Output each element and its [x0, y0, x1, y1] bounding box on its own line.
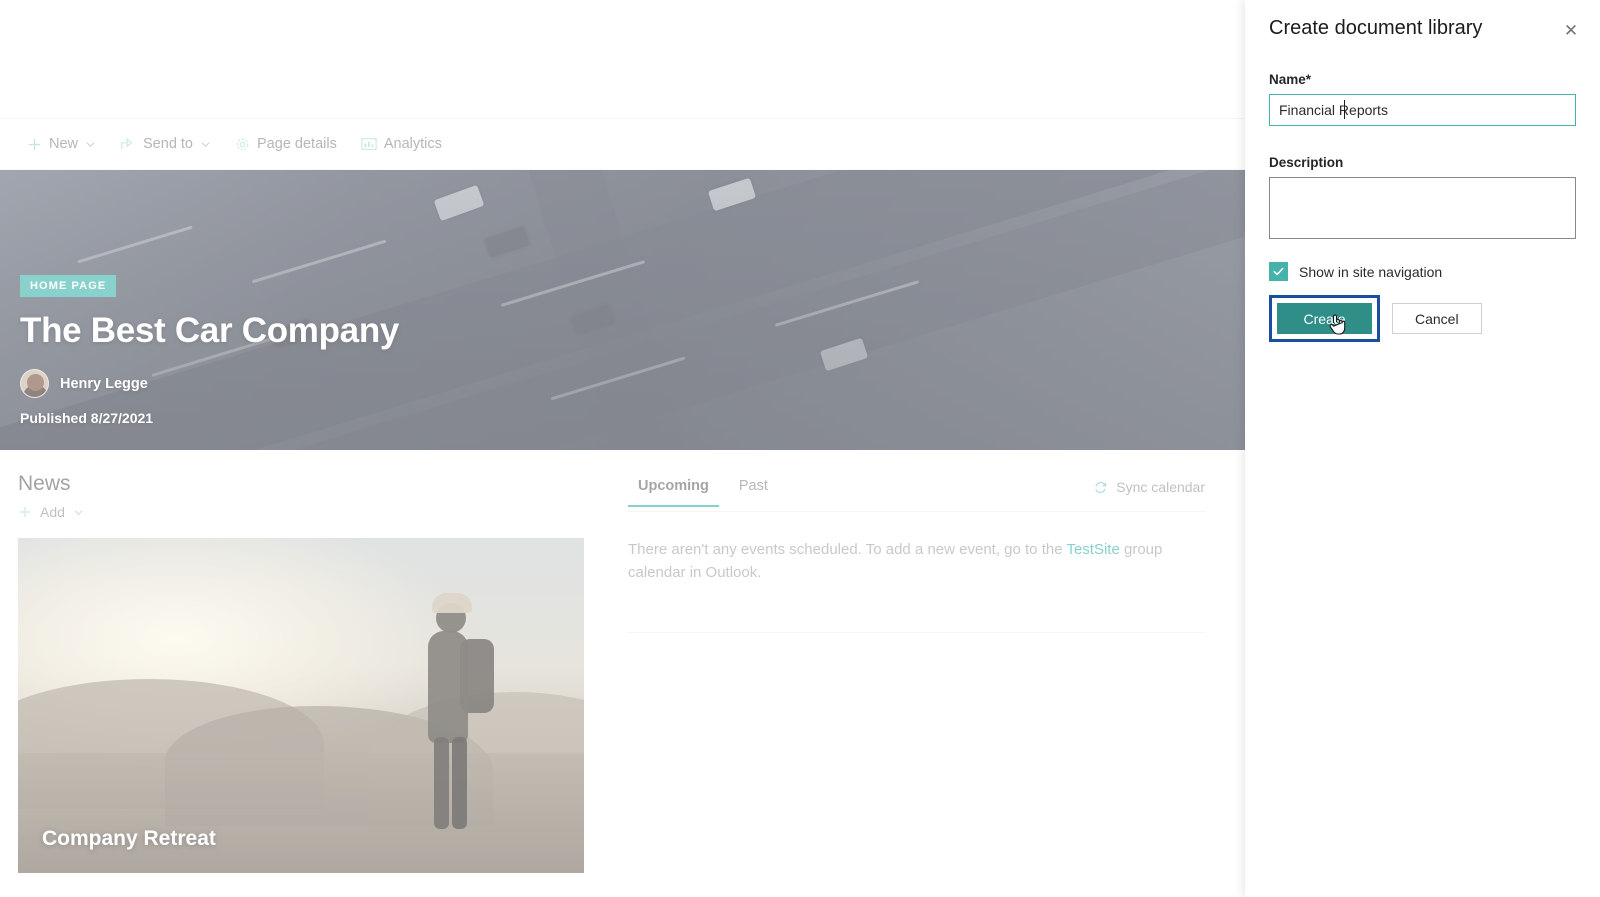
description-field-label: Description	[1269, 155, 1344, 170]
events-tabs: Upcoming Past	[628, 472, 778, 507]
show-in-site-navigation-row[interactable]: Show in site navigation	[1269, 262, 1576, 281]
chevron-down-icon	[74, 509, 83, 515]
events-divider	[628, 511, 1205, 512]
name-input[interactable]	[1269, 94, 1576, 126]
text-caret	[1344, 100, 1345, 119]
command-analytics[interactable]: Analytics	[352, 130, 451, 158]
page-top-spacer	[0, 0, 1245, 118]
plus-icon	[27, 137, 42, 152]
panel-title: Create document library	[1269, 17, 1483, 39]
create-button-highlight: Create	[1269, 295, 1380, 342]
sync-calendar-button[interactable]: Sync calendar	[1093, 479, 1205, 500]
create-document-library-panel: Create document library ✕ Name* Descript…	[1245, 0, 1600, 897]
gear-icon	[235, 137, 250, 152]
command-bar: New Send to Page details Analytics	[0, 119, 1245, 170]
plus-icon	[19, 506, 31, 518]
page-title: The Best Car Company	[20, 311, 400, 350]
panel-actions: Create Cancel	[1269, 295, 1576, 342]
hero-badge: HOME PAGE	[20, 275, 117, 297]
events-header: Upcoming Past Sync calendar	[628, 472, 1205, 507]
published-date: Published 8/27/2021	[20, 410, 154, 426]
command-page-details-label: Page details	[257, 136, 337, 152]
avatar	[20, 369, 49, 398]
news-add-label: Add	[40, 504, 65, 520]
sync-calendar-label: Sync calendar	[1116, 479, 1205, 495]
author-name: Henry Legge	[60, 375, 148, 392]
command-page-details[interactable]: Page details	[226, 130, 346, 158]
news-webpart: News Add Company Retreat	[0, 472, 600, 873]
events-bottom-divider	[628, 631, 1205, 633]
command-send-to-label: Send to	[143, 136, 194, 152]
events-empty-message: There aren't any events scheduled. To ad…	[628, 538, 1188, 585]
tab-past[interactable]: Past	[729, 472, 778, 507]
chevron-down-icon	[86, 141, 95, 147]
name-required-mark: *	[1305, 72, 1312, 87]
sync-icon	[1095, 481, 1107, 493]
close-icon[interactable]: ✕	[1558, 17, 1584, 43]
news-card[interactable]: Company Retreat	[18, 538, 584, 873]
show-in-nav-checkbox[interactable]	[1269, 262, 1288, 281]
command-analytics-label: Analytics	[383, 136, 442, 152]
events-group-link[interactable]: TestSite	[1066, 541, 1119, 558]
share-icon	[120, 137, 136, 152]
hero-banner[interactable]: HOME PAGE The Best Car Company Henry Leg…	[0, 170, 1245, 450]
cancel-button[interactable]: Cancel	[1392, 303, 1482, 334]
page-body: News Add Company Retreat Upcoming Past S…	[0, 450, 1245, 873]
news-add-button[interactable]: Add	[18, 504, 600, 520]
name-field-label: Name*	[1269, 72, 1576, 87]
sharepoint-page: New Send to Page details Analytics HOME …	[0, 0, 1245, 897]
news-section-title: News	[18, 472, 71, 495]
panel-header: Create document library ✕	[1245, 0, 1600, 43]
check-icon	[1273, 267, 1284, 276]
analytics-icon	[361, 137, 377, 151]
name-label-text: Name	[1269, 72, 1306, 87]
command-new-label: New	[49, 136, 79, 152]
command-send-to[interactable]: Send to	[111, 130, 220, 158]
events-webpart: Upcoming Past Sync calendar There aren't…	[600, 472, 1245, 873]
tab-upcoming[interactable]: Upcoming	[628, 472, 719, 507]
show-in-nav-label: Show in site navigation	[1299, 263, 1443, 280]
create-button[interactable]: Create	[1277, 303, 1372, 334]
panel-body: Name* Description Show in site navigatio…	[1245, 72, 1600, 342]
news-card-caption: Company Retreat	[42, 827, 216, 850]
command-new[interactable]: New	[18, 130, 105, 158]
events-empty-text-before: There aren't any events scheduled. To ad…	[628, 541, 1067, 558]
hiker-silhouette	[404, 585, 496, 835]
author-row: Henry Legge	[20, 369, 1225, 398]
chevron-down-icon	[201, 141, 210, 147]
description-input[interactable]	[1269, 177, 1576, 239]
